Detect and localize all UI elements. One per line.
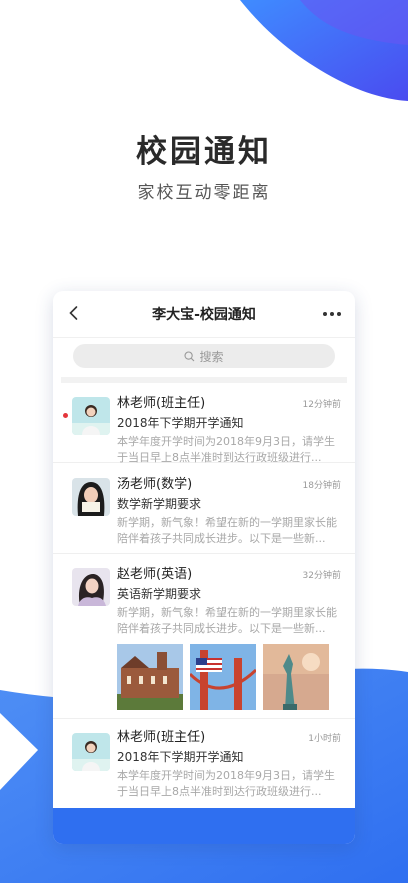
preview-line: 本学年度开学时间为2018年9月3日，请学生 <box>117 769 335 782</box>
photo-thumbnail[interactable] <box>190 644 256 710</box>
message-time: 1小时前 <box>308 734 341 744</box>
hero-subtitle: 家校互动零距离 <box>137 183 271 203</box>
search-placeholder: 搜索 <box>199 349 224 364</box>
message-list: 林老师(班主任) 12分钟前 2018年下学期开学通知 本学年度开学时间为201… <box>53 383 355 809</box>
message-preview: 本学年度开学时间为2018年9月3日，请学生 于当日早上8点半准时到达行政班级进… <box>117 768 343 800</box>
message-item[interactable]: 赵老师(英语) 32分钟前 英语新学期要求 新学期，新气象！希望在新的一学期里家… <box>53 554 355 719</box>
nav-bar: 李大宝-校园通知 <box>53 291 355 338</box>
preview-line: 新学期，新气象！希望在新的一学期里家长能 <box>117 516 337 529</box>
bottom-bar <box>53 808 355 844</box>
message-item[interactable]: 林老师(班主任) 12分钟前 2018年下学期开学通知 本学年度开学时间为201… <box>53 383 355 466</box>
chevron-left-icon[interactable] <box>65 304 83 322</box>
more-dots-icon[interactable] <box>323 312 341 316</box>
message-item[interactable]: 林老师(班主任) 1小时前 2018年下学期开学通知 本学年度开学时间为2018… <box>53 719 355 809</box>
preview-line: 本学年度开学时间为2018年9月3日，请学生 <box>117 435 335 448</box>
nav-title: 李大宝-校园通知 <box>152 307 256 323</box>
photo-thumbnail[interactable] <box>117 644 183 710</box>
preview-line: 陪伴着孩子共同成长进步。以下是一些新... <box>117 532 326 545</box>
message-preview: 本学年度开学时间为2018年9月3日，请学生 于当日早上8点半准时到达行政班级进… <box>117 434 343 466</box>
message-preview: 新学期，新气象！希望在新的一学期里家长能 陪伴着孩子共同成长进步。以下是一些新.… <box>117 605 343 637</box>
message-time: 12分钟前 <box>302 400 341 410</box>
message-subject: 数学新学期要求 <box>117 497 202 511</box>
message-subject: 2018年下学期开学通知 <box>117 416 244 430</box>
message-subject: 英语新学期要求 <box>117 587 202 601</box>
phone-card: 李大宝-校园通知 搜索 林老师(班主任) 12分钟前 2018年下学期开学通知 … <box>53 291 355 844</box>
message-item[interactable]: 汤老师(数学) 18分钟前 数学新学期要求 新学期，新气象！希望在新的一学期里家… <box>53 463 355 554</box>
avatar <box>72 733 110 771</box>
message-time: 32分钟前 <box>302 571 341 581</box>
message-subject: 2018年下学期开学通知 <box>117 750 244 764</box>
search-input[interactable]: 搜索 <box>73 344 335 368</box>
hero-title: 校园通知 <box>136 134 272 170</box>
preview-line: 陪伴着孩子共同成长进步。以下是一些新... <box>117 622 326 635</box>
avatar <box>72 478 110 516</box>
message-preview: 新学期，新气象！希望在新的一学期里家长能 陪伴着孩子共同成长进步。以下是一些新.… <box>117 515 343 547</box>
message-time: 18分钟前 <box>302 481 341 491</box>
photo-thumbnail[interactable] <box>263 644 329 710</box>
search-icon <box>184 350 195 361</box>
photo-grid <box>117 644 343 710</box>
preview-line: 新学期，新气象！希望在新的一学期里家长能 <box>117 606 337 619</box>
avatar <box>72 397 110 435</box>
avatar <box>72 568 110 606</box>
unread-dot <box>63 413 68 418</box>
preview-line: 于当日早上8点半准时到达行政班级进行... <box>117 785 322 798</box>
